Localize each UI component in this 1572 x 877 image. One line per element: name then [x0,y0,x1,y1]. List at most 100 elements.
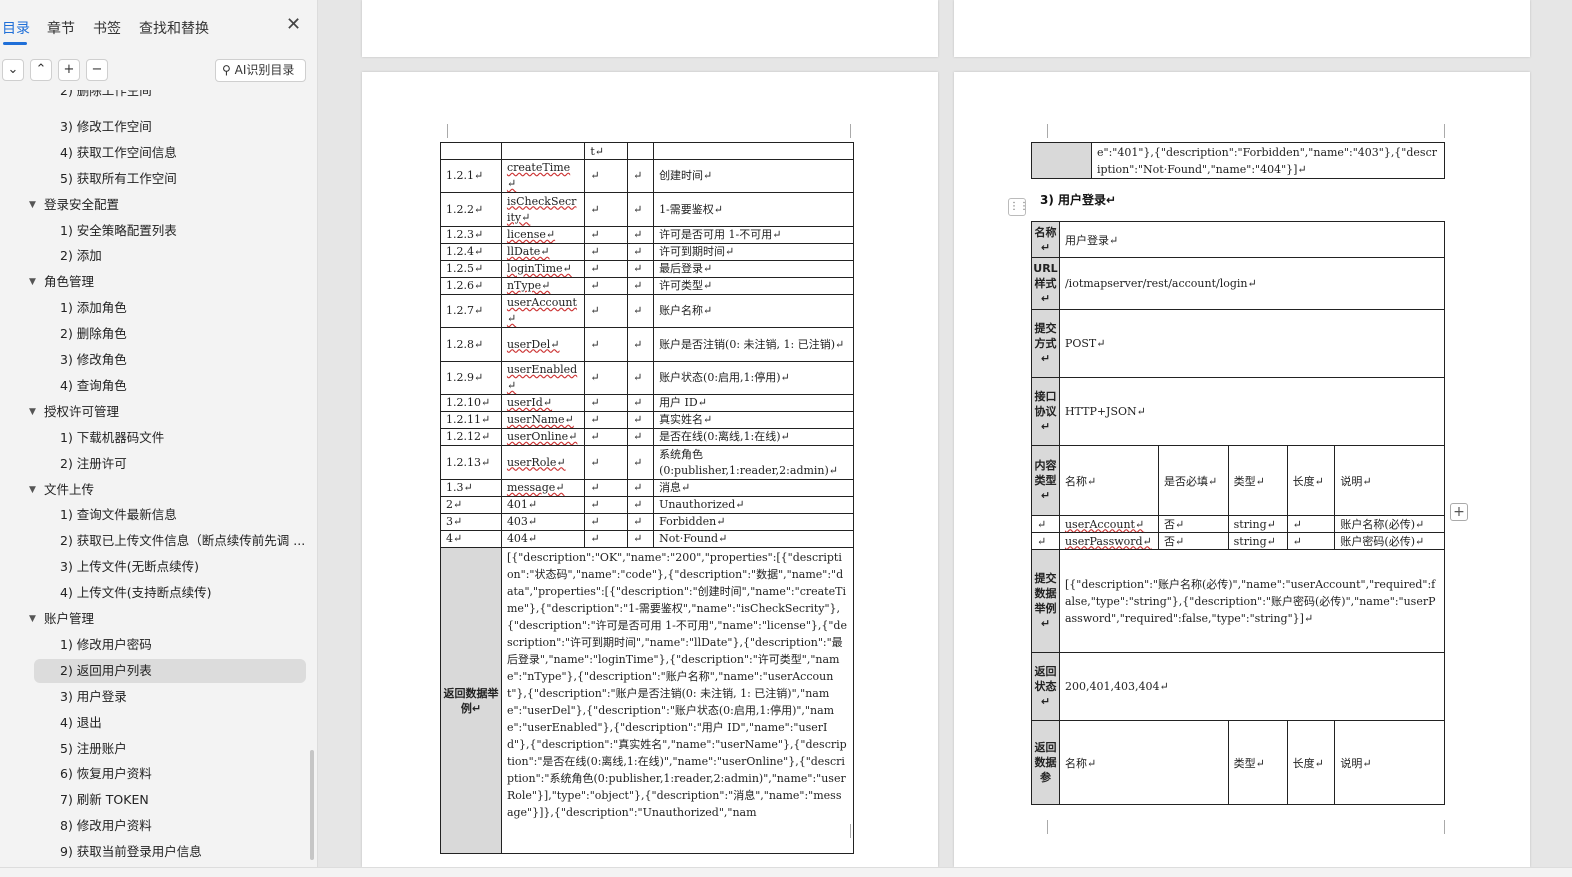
tab-chapters[interactable]: 章节 [47,18,75,38]
toc-item-label: 8) 修改用户资料 [60,818,152,834]
table-cell: llDate↵ [500,243,586,261]
toc-item-label: 账户管理 [44,611,95,626]
table-cell: 账户名称(必传)↵ [1334,515,1445,533]
toc-item[interactable]: 2) 注册许可 [0,452,317,476]
toc-item-label: 2) 获取已上传文件信息（断点续传前先调 ... [60,533,306,549]
close-icon[interactable]: ✕ [286,16,301,34]
table-row: URL样式↵ /iotmapserver/rest/account/login↵ [1031,257,1446,310]
toc-item-label: 2) 返回用户列表 [60,662,152,678]
toc-item[interactable]: 4) 退出 [0,711,317,735]
toc-item[interactable]: 7) 刷新 TOKEN [0,788,317,812]
table-cell: license↵ [500,226,586,244]
toc-item-label: 4) 查询角色 [60,377,127,393]
toc-item-label: 2) 注册许可 [60,455,127,471]
expand-icon[interactable]: ⌄ [2,59,24,81]
toc-item[interactable]: 9) 获取当前登录用户信息 [0,840,317,864]
table-cell: userAccount↵ [500,294,586,328]
tab-find-replace[interactable]: 查找和替换 [139,18,209,38]
table-cell: userPassword↵ [1058,532,1159,550]
toc-item[interactable]: 6) 恢复用户资料 [0,762,317,786]
add-row-icon[interactable]: + [1450,503,1468,521]
ai-button-label: AI识别目录 [234,63,295,77]
remove-heading-icon[interactable]: − [86,59,108,81]
toc-item[interactable]: 1) 安全策略配置列表 [0,219,317,243]
table-cell: 创建时间↵ [653,159,854,193]
toc-item[interactable]: 3) 修改工作空间 [0,115,317,139]
table-row: 1.2.12↵ userOnline↵ ↵ ↵ 是否在线(0:离线,1:在线)↵ [440,428,854,446]
tab-bookmarks[interactable]: 书签 [93,18,121,38]
table-cell: ↵ [584,361,629,395]
table-cell: ↵ [1286,515,1336,533]
table-cell: 1.2.3↵ [440,226,502,244]
toc-item-label: 3) 修改工作空间 [60,118,152,134]
table-cell: 403↵ [500,513,586,531]
table-header: 长度↵ [1286,720,1336,805]
status-bar [0,867,1572,877]
toc-item[interactable]: 2) 删除工作空间 [0,90,317,113]
toc-item[interactable]: 4) 查询角色 [0,374,317,398]
table-cell: ↵ [584,479,629,497]
collapse-triangle-icon[interactable]: ▼ [29,270,36,294]
toc-item[interactable]: 1) 下载机器码文件 [0,426,317,450]
toc-item[interactable]: 1) 添加角色 [0,296,317,320]
collapse-triangle-icon[interactable]: ▼ [29,607,36,631]
toc-section[interactable]: ▼ 角色管理 [0,270,317,294]
active-tab-indicator [3,42,27,45]
table-row: 提交数据举例↵ [{"description":"账户名称(必传)","name… [1031,549,1446,653]
table-row: 1.2.5↵ loginTime↵ ↵ ↵ 最后登录↵ [440,260,854,278]
collapse-icon[interactable]: ⌃ [30,59,52,81]
collapse-triangle-icon[interactable]: ▼ [29,478,36,502]
table-cell: t↵ [584,142,629,160]
toc-item[interactable]: 5) 获取所有工作空间 [0,167,317,191]
toc-item[interactable]: 2) 添加 [0,244,317,268]
table-cell: 账户状态(0:启用,1:停用)↵ [653,361,854,395]
add-heading-icon[interactable]: + [58,59,80,81]
tab-toc[interactable]: 目录 [2,18,30,38]
table-header: 名称↵ [1058,445,1159,516]
table-row: 返回状态↵ 200,401,403,404↵ [1031,652,1446,721]
row-label: 返回数据参 [1031,720,1060,805]
toc-item[interactable]: 2) 返回用户列表 [34,658,306,683]
toc-item-label: 登录安全配置 [44,196,120,212]
toc-item[interactable]: 2) 删除角色 [0,322,317,346]
table-cell: Not·Found↵ [653,530,854,548]
toc-section[interactable]: ▼ 登录安全配置 [0,193,317,217]
toc-item[interactable]: 3) 修改角色 [0,348,317,372]
table-cell: ↵ [584,445,629,480]
collapse-triangle-icon[interactable]: ▼ [29,193,36,217]
toc-item[interactable]: 4) 上传文件(支持断点续传) [0,581,317,605]
table-cell: ↵ [627,411,655,429]
collapse-triangle-icon[interactable]: ▼ [29,400,36,424]
toc-section[interactable]: ▼ 文件上传 [0,478,317,502]
toc-item[interactable]: 5) 注册账户 [0,737,317,761]
table-cell: userId↵ [500,394,586,412]
table-row: ↵ userAccount↵ 否↵ string↵ ↵ 账户名称(必传)↵ [1031,515,1445,533]
table-row: 3↵ 403↵ ↵ ↵ Forbidden↵ [440,513,854,531]
toc-item[interactable]: 8) 修改用户资料 [0,814,317,838]
toc-item[interactable]: 1) 查询文件最新信息 [0,503,317,527]
toc-item-label: 7) 刷新 TOKEN [60,792,149,808]
table-cell: ↵ [627,192,655,227]
toc-item[interactable]: 4) 获取工作空间信息 [0,141,317,165]
toc-scrollbar[interactable] [310,750,314,860]
toc-item[interactable]: 1) 修改用户密码 [0,633,317,657]
toc-item[interactable]: 2) 获取已上传文件信息（断点续传前先调 ... [0,529,317,553]
toc-item[interactable]: 3) 上传文件(无断点续传) [0,555,317,579]
drag-handle-icon[interactable]: ⋮⋮ [1008,198,1029,216]
table-cell: 1.2.10↵ [440,394,502,412]
toc-item-label: 3) 修改角色 [60,352,127,367]
toc-item-label: 4) 获取工作空间信息 [60,144,177,160]
table-cell: ↵ [584,243,629,261]
table-row: 1.2.3↵ license↵ ↵ ↵ 许可是否可用 1-不可用↵ [440,226,854,244]
ai-recognize-toc-button[interactable]: ⚲ AI识别目录 [215,59,306,82]
toc-item[interactable]: 3) 用户登录 [0,685,317,709]
toc-sidebar: 目录 章节 书签 查找和替换 ✕ ⌄ ⌃ + − ⚲ AI识别目录 2) 删除工… [0,0,318,867]
section-heading: 3) 用户登录↵ [1040,193,1117,207]
table-cell: Forbidden↵ [653,513,854,531]
toc-section[interactable]: ▼ 授权许可管理 [0,400,317,424]
toc-section[interactable]: ▼ 账户管理 [0,607,317,631]
table-row: 返回数据举例↵ [{"description":"OK","name":"200"… [440,547,855,854]
table-cell: 否↵ [1157,515,1229,533]
table-cell: 系统角色(0:publisher,1:reader,2:admin)↵ [653,445,854,480]
table-cell: ↵ [627,530,655,548]
